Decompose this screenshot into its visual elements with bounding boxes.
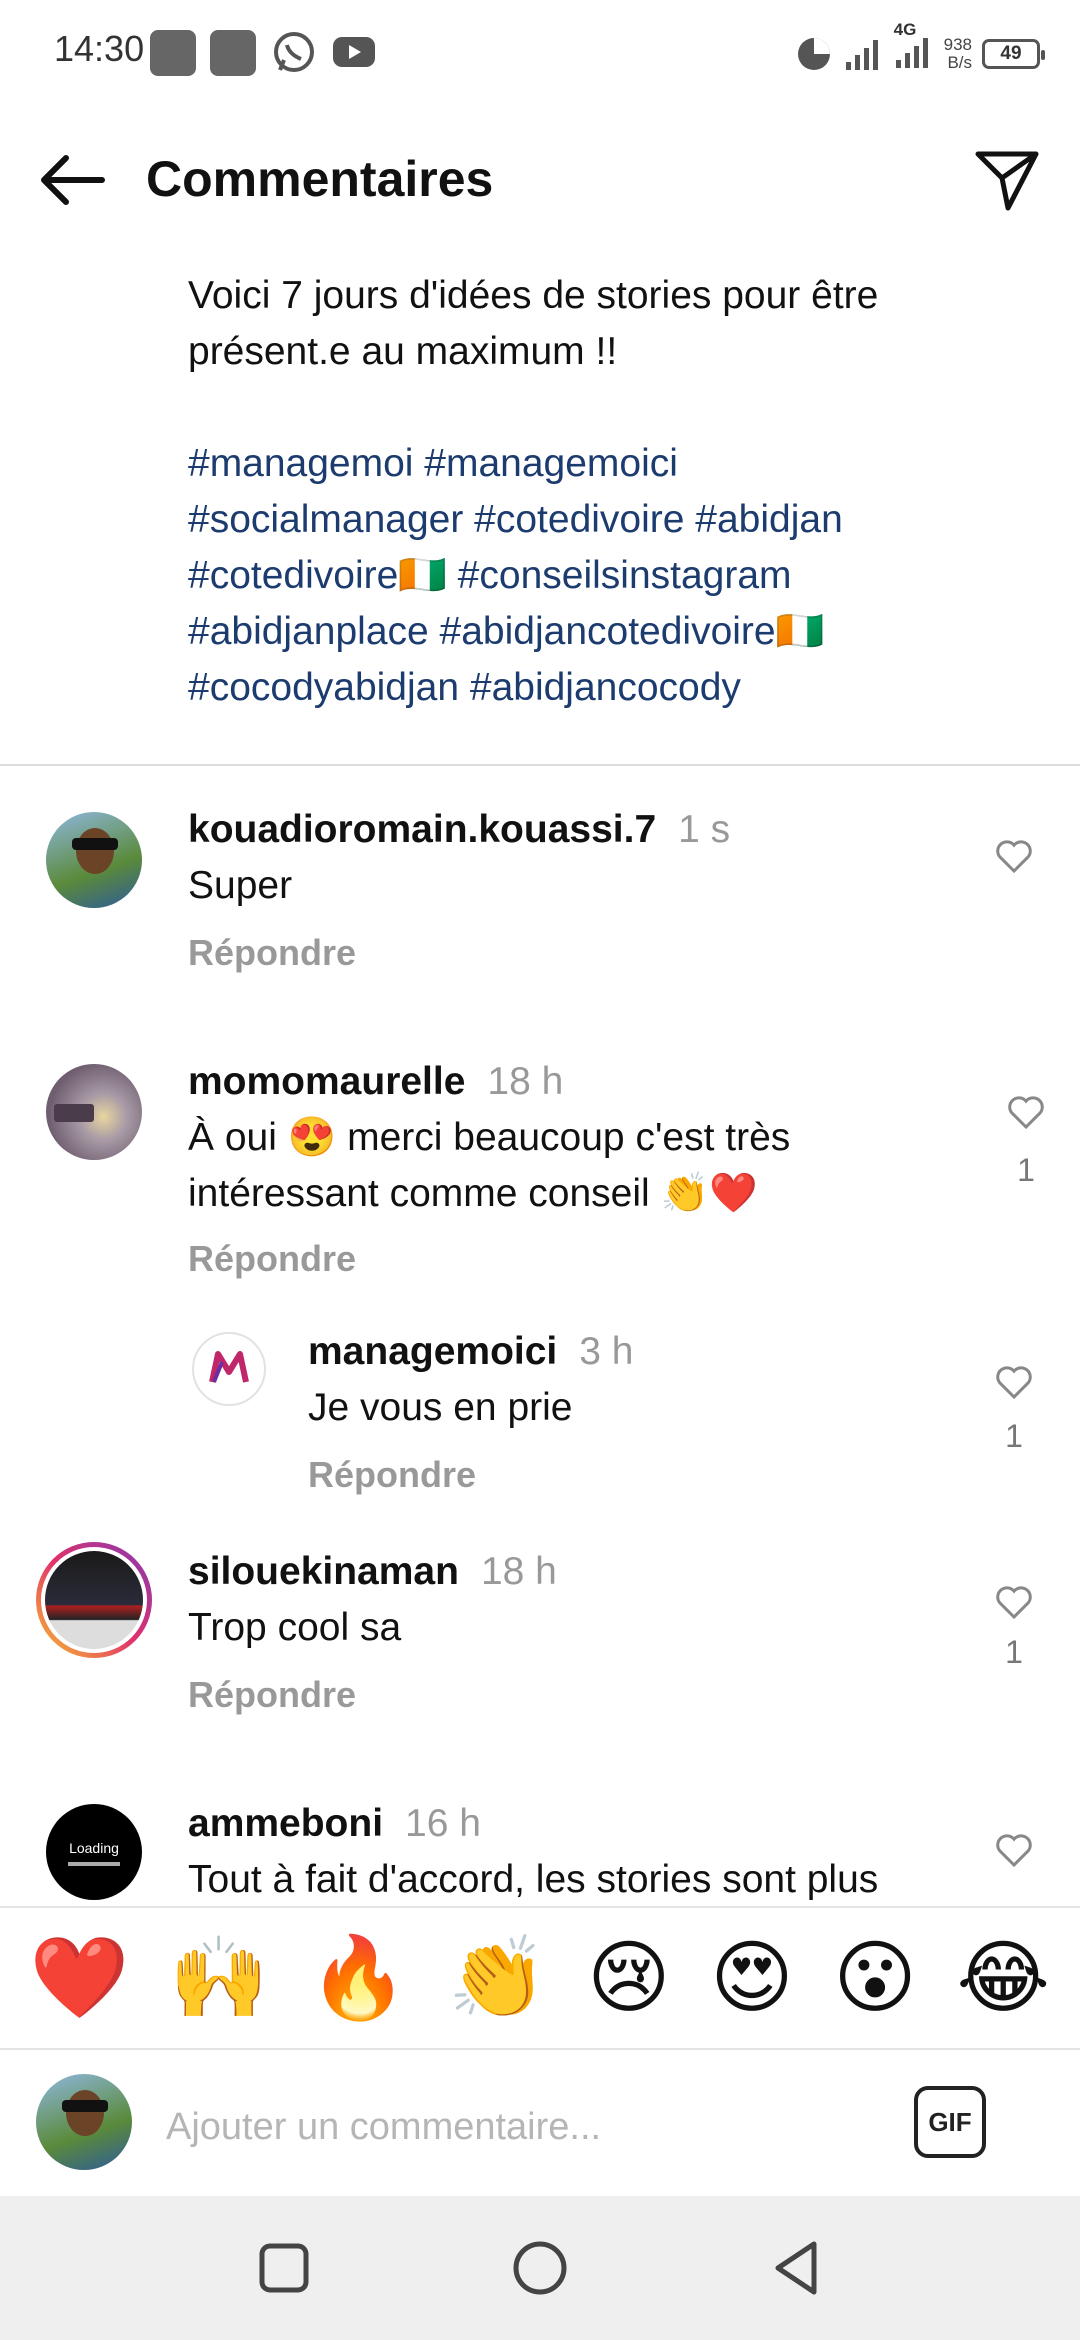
caption-hashtags[interactable]: #managemoi #managemoici #socialmanager #…	[188, 436, 988, 716]
youtube-icon	[333, 37, 375, 67]
back-arrow-icon[interactable]	[36, 152, 108, 208]
comment-text: Trop cool sa	[188, 1606, 402, 1649]
comment-time: 18 h	[487, 1060, 564, 1103]
managemoici-logo	[209, 1351, 249, 1383]
hashtag-line[interactable]: #socialmanager #cotedivoire #abidjan	[188, 492, 988, 548]
share-send-icon[interactable]	[972, 146, 1042, 216]
post-caption: Voici 7 jours d'idées de stories pour êt…	[188, 268, 988, 716]
like-heart-icon[interactable]	[1006, 1092, 1046, 1132]
signal-4g: 4G	[894, 20, 934, 75]
like-count: 1	[1005, 1634, 1023, 1670]
avatar[interactable]	[192, 1332, 266, 1406]
comment-text: Super	[188, 864, 293, 907]
hashtag-line[interactable]: #cocodyabidjan #abidjancocody	[188, 660, 988, 716]
like-heart-icon[interactable]	[994, 1582, 1034, 1622]
comment-username[interactable]: ammeboni 16 h	[188, 1802, 481, 1846]
comment-item: Loading ammeboni 16 h Tout à fait d'accor…	[0, 1794, 1080, 1906]
comment-time: 18 h	[480, 1550, 557, 1593]
comment-time: 3 h	[579, 1330, 634, 1373]
hashtag-line[interactable]: #cotedivoire🇨🇮 #conseilsinstagram	[188, 548, 988, 604]
emoji-crying-button[interactable]: 😢	[587, 1938, 670, 2018]
comment-input-bar: GIF	[0, 2052, 1080, 2196]
status-time: 14:30	[54, 28, 145, 69]
hashtag-line[interactable]: #abidjanplace #abidjancotedivoire🇨🇮	[188, 604, 988, 660]
emoji-surprised-button[interactable]: 😮	[833, 1938, 916, 2018]
hashtag-line[interactable]: #managemoi #managemoici	[188, 436, 988, 492]
emoji-laughing-button[interactable]: 😂	[957, 1938, 1050, 2018]
system-nav-bar	[0, 2196, 1080, 2340]
comment-time: 16 h	[405, 1802, 481, 1845]
divider	[0, 764, 1080, 766]
back-triangle-icon[interactable]	[764, 2236, 828, 2300]
comment-username[interactable]: managemoici 3 h	[308, 1330, 633, 1374]
comment-username[interactable]: momomaurelle 18 h	[188, 1060, 563, 1104]
page-title: Commentaires	[146, 151, 494, 207]
like-heart-icon[interactable]	[994, 1830, 1034, 1870]
reply-button[interactable]: Répondre	[188, 1674, 356, 1716]
reply-button[interactable]: Répondre	[188, 1238, 356, 1280]
comment-text: À oui 😍 merci beaucoup c'est très intére…	[188, 1116, 791, 1215]
comment-username[interactable]: kouadioromain.kouassi.7 1 s	[188, 808, 730, 852]
avatar[interactable]	[46, 812, 142, 908]
caption-text: Voici 7 jours d'idées de stories pour êt…	[188, 274, 879, 373]
app-header: Commentaires	[0, 130, 1080, 230]
like-count: 1	[1017, 1152, 1035, 1188]
emoji-fire-button[interactable]: 🔥	[309, 1938, 409, 2018]
gif-button[interactable]: GIF	[914, 2086, 986, 2158]
status-right: 4G 938 B/s 49	[794, 20, 1045, 82]
notification-icon	[150, 30, 196, 76]
emoji-heart-button[interactable]: ❤️	[30, 1938, 130, 2018]
comment-text: Je vous en prie	[308, 1386, 573, 1429]
data-saver-icon	[797, 38, 830, 70]
comment-time: 1 s	[678, 808, 731, 851]
reply-button[interactable]: Répondre	[188, 932, 356, 974]
like-heart-icon[interactable]	[994, 1362, 1034, 1402]
recents-square-icon[interactable]	[252, 2236, 316, 2300]
reply-button[interactable]: Répondre	[308, 1454, 476, 1496]
status-bar: 14:30 4G 938 B/s 49	[0, 0, 1080, 110]
network-speed: 938 B/s	[943, 35, 972, 72]
emoji-heart-eyes-button[interactable]: 😍	[710, 1938, 793, 2018]
notification-icon	[210, 30, 256, 76]
comment-text: Tout à fait d'accord, les stories sont p…	[188, 1858, 879, 1901]
avatar[interactable]	[46, 1064, 142, 1160]
whatsapp-icon	[274, 32, 314, 72]
comment-input[interactable]	[164, 2092, 864, 2162]
current-user-avatar	[36, 2074, 132, 2170]
like-count: 1	[1005, 1418, 1023, 1454]
emoji-clapping-button[interactable]: 👏	[448, 1938, 548, 2018]
emoji-raising-hands-button[interactable]: 🙌	[169, 1938, 269, 2018]
battery-icon: 49	[982, 39, 1045, 69]
home-circle-icon[interactable]	[508, 2236, 572, 2300]
quick-emoji-bar: ❤️ 🙌 🔥 👏 😢 😍 😮 😂	[0, 1906, 1080, 2050]
avatar-story-ring[interactable]	[36, 1542, 152, 1658]
avatar[interactable]: Loading	[46, 1804, 142, 1900]
comment-username[interactable]: silouekinaman 18 h	[188, 1550, 557, 1594]
like-heart-icon[interactable]	[994, 836, 1034, 876]
signal-icon	[845, 40, 878, 70]
